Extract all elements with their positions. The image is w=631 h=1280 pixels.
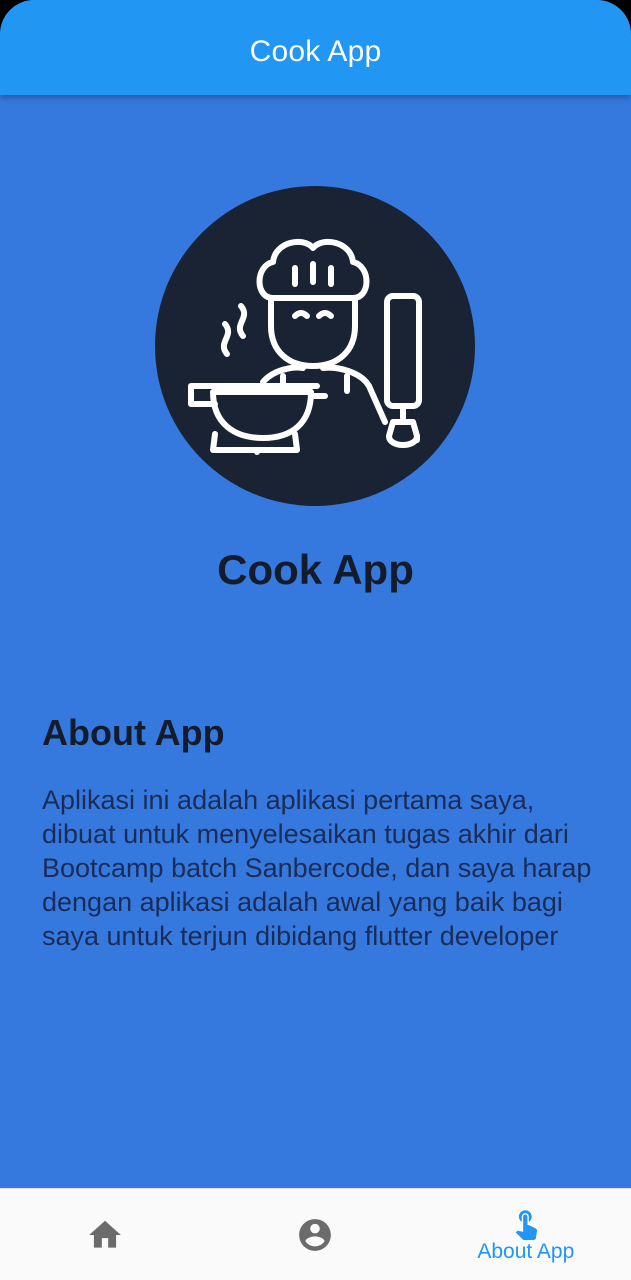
chef-cooking-icon	[155, 186, 475, 506]
nav-item-profile[interactable]	[210, 1189, 420, 1280]
nav-item-about-app[interactable]: About App	[421, 1189, 631, 1280]
about-heading: About App	[42, 712, 225, 753]
account-circle-icon	[299, 1218, 332, 1251]
touch-app-icon	[515, 1209, 537, 1240]
app-screen: Cook App Cook App About App Aplikasi ini…	[0, 0, 631, 1280]
app-name: Cook App	[217, 546, 414, 593]
bottom-navigation-bar: About App	[0, 1188, 631, 1280]
nav-item-home[interactable]	[0, 1189, 210, 1280]
nav-item-about-app-label: About App	[477, 1239, 575, 1263]
home-icon	[89, 1220, 121, 1248]
about-description: Aplikasi ini adalah aplikasi pertama say…	[42, 785, 592, 951]
app-bar-title: Cook App	[249, 34, 382, 68]
app-bar: Cook App	[0, 0, 631, 95]
